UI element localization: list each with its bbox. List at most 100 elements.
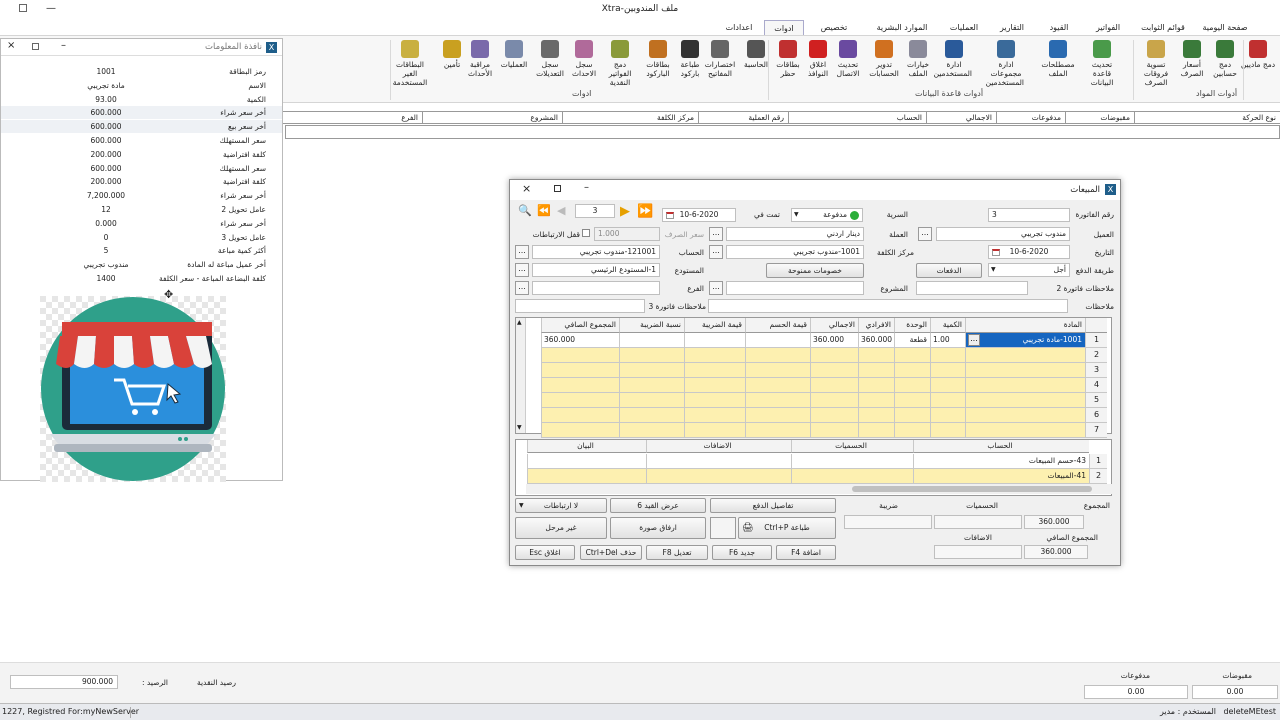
grid-cell[interactable]	[619, 348, 684, 363]
grid-cell[interactable]	[858, 393, 894, 408]
grid-cell[interactable]	[810, 378, 858, 393]
grid-cell[interactable]	[745, 378, 810, 393]
grid-cell[interactable]	[858, 363, 894, 378]
grid-cell[interactable]	[791, 454, 913, 469]
next-record-icon[interactable]: ▶	[620, 204, 630, 219]
grid-cell[interactable]	[894, 378, 930, 393]
tab-daily[interactable]: صفحة اليومية	[1194, 20, 1256, 36]
row-number[interactable]: 2	[1085, 348, 1107, 363]
grid-cell[interactable]	[527, 469, 646, 484]
unposted-button[interactable]: غير مرحل	[515, 517, 607, 539]
grid-cell[interactable]	[858, 348, 894, 363]
grid-cell[interactable]	[745, 423, 810, 438]
grid-cell[interactable]	[646, 454, 791, 469]
branch-field[interactable]	[532, 281, 660, 295]
grid-cell[interactable]	[541, 423, 619, 438]
row-number[interactable]: 2	[1089, 469, 1107, 484]
grid-cell[interactable]	[684, 408, 745, 423]
notes-field[interactable]	[708, 299, 1068, 313]
lock-links-checkbox[interactable]	[582, 229, 590, 237]
minimize-icon[interactable]: –	[61, 40, 66, 51]
grid-header[interactable]: نسبة الضريبة	[619, 318, 684, 333]
maximize-icon[interactable]	[554, 185, 561, 192]
image-preview[interactable]	[710, 517, 736, 539]
ribbon-button-5[interactable]: مصطلحات الملف	[1040, 40, 1076, 78]
minimize-icon[interactable]: –	[584, 182, 589, 193]
tab-constants[interactable]: قوائم الثوابت	[1134, 20, 1192, 36]
grid-cell[interactable]	[791, 469, 913, 484]
grid-cell[interactable]	[930, 363, 965, 378]
grid-cell[interactable]	[810, 408, 858, 423]
cost-center-field[interactable]: 1001-مندوب تجريبي	[726, 245, 864, 259]
grid-header[interactable]: الوحدة	[894, 318, 930, 333]
grid-cell[interactable]	[894, 363, 930, 378]
grid-cell[interactable]	[541, 348, 619, 363]
grid-scrollbar[interactable]	[516, 318, 526, 433]
prev-record-icon[interactable]: ◀	[557, 204, 565, 217]
add-button[interactable]: اضافة F4	[776, 545, 836, 560]
ribbon-button-23[interactable]: البطاقات الغير المستخدمة	[392, 40, 428, 87]
grid-header[interactable]: الاضافات	[646, 440, 791, 453]
date-top-field[interactable]: 10-6-2020	[662, 208, 736, 222]
grid-cell[interactable]	[965, 408, 1085, 423]
grid-cell[interactable]	[965, 348, 1085, 363]
currency-browse-button[interactable]: ...	[709, 227, 723, 241]
cost-center-browse-button[interactable]: ...	[709, 245, 723, 259]
grid-cell[interactable]	[965, 378, 1085, 393]
grid-cell[interactable]	[810, 393, 858, 408]
grid-cell[interactable]	[619, 393, 684, 408]
grid-cell[interactable]	[684, 393, 745, 408]
account-browse-button[interactable]: ...	[515, 245, 529, 259]
first-record-icon[interactable]: ⏪	[537, 204, 551, 217]
grid-cell[interactable]	[745, 333, 810, 348]
tab-operations[interactable]: العمليات	[940, 20, 988, 36]
grid-cell[interactable]	[930, 423, 965, 438]
row-number[interactable]: 3	[1085, 363, 1107, 378]
ribbon-button-1[interactable]: دمج حسابين	[1207, 40, 1243, 78]
ribbon-button-15[interactable]: طباعة باركود	[672, 40, 708, 78]
warehouse-field[interactable]: 1-المستودع الرئيسي	[532, 263, 660, 277]
ribbon-button-3[interactable]: تسوية فروقات الصرف	[1138, 40, 1174, 87]
grid-cell[interactable]	[930, 393, 965, 408]
grid-cell[interactable]	[619, 408, 684, 423]
branch-browse-button[interactable]: ...	[515, 281, 529, 295]
maximize-icon[interactable]	[32, 43, 39, 50]
currency-field[interactable]: دينار اردني	[726, 227, 864, 241]
grid-cell[interactable]: قطعة	[894, 333, 930, 348]
ribbon-button-6[interactable]: ادارة مجموعات المستخدمين	[986, 40, 1024, 87]
ribbon-button-2[interactable]: أسعار الصرف	[1174, 40, 1210, 78]
table-header[interactable]: المشروع	[422, 111, 562, 124]
ribbon-button-22[interactable]: تأمين	[434, 40, 470, 69]
customer-field[interactable]: مندوب تجريبي	[936, 227, 1070, 241]
close-icon[interactable]: ×	[7, 40, 15, 51]
ribbon-button-9[interactable]: تدوير الحسابات	[866, 40, 902, 78]
scroll-up-icon[interactable]: ▲	[517, 319, 522, 326]
table-header[interactable]: الاجمالي	[926, 111, 996, 124]
grid-cell[interactable]: 1.00	[930, 333, 965, 348]
rate-field[interactable]: 1.000	[594, 227, 660, 241]
grid-cell[interactable]	[619, 378, 684, 393]
grid-header[interactable]: الحسميات	[791, 440, 913, 453]
payment-details-button[interactable]: تفاصيل الدفع	[710, 498, 836, 513]
account-field[interactable]: 121001-مندوب تجريبي	[532, 245, 660, 259]
tab-customize[interactable]: تخصيص	[806, 20, 862, 36]
last-record-icon[interactable]: ⏩	[637, 204, 653, 219]
tab-tools[interactable]: ادوات	[764, 20, 804, 36]
grid-cell[interactable]	[684, 348, 745, 363]
minimize-icon[interactable]: —	[46, 0, 56, 18]
grid-cell[interactable]	[965, 363, 1085, 378]
project-field[interactable]	[726, 281, 864, 295]
search-icon[interactable]: 🔍	[518, 204, 532, 217]
grid-cell[interactable]	[965, 393, 1085, 408]
unlinked-button[interactable]: ▼ لا ارتباطات	[515, 498, 607, 513]
grid-cell[interactable]	[894, 423, 930, 438]
ribbon-button-18[interactable]: سجل الاحداث	[566, 40, 602, 78]
table-header[interactable]: الحساب	[788, 111, 926, 124]
grid-cell[interactable]	[745, 393, 810, 408]
restore-icon[interactable]	[19, 4, 27, 12]
warehouse-browse-button[interactable]: ...	[515, 263, 529, 277]
grid-cell[interactable]: ... 1001-مادة تجريبي	[965, 333, 1085, 348]
grid-cell[interactable]: 360.000	[810, 333, 858, 348]
row-number[interactable]: 5	[1085, 393, 1107, 408]
tab-hr[interactable]: الموارد البشرية	[866, 20, 938, 36]
